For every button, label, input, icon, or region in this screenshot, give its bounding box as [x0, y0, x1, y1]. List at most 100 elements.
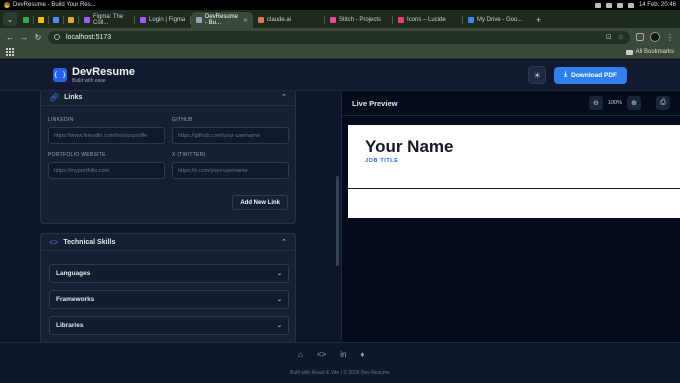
close-tab-icon[interactable]: ✕: [243, 17, 248, 24]
code-icon[interactable]: <>: [317, 350, 326, 359]
zoom-controls: ⊖ 100% ⊕ ⎙: [588, 96, 670, 110]
browser-menu-icon[interactable]: ⋮: [666, 33, 674, 42]
site-info-icon[interactable]: [54, 34, 60, 40]
bookmarks-bar: All Bookmarks: [0, 46, 680, 59]
preview-panel: Live Preview ⊖ 100% ⊕ ⎙ Your Name JOB TI…: [341, 91, 680, 342]
bookmark-star-icon[interactable]: ☆: [618, 33, 624, 41]
app-title: DevResume: [72, 66, 135, 78]
preview-title: Live Preview: [352, 98, 398, 108]
technical-skills-header[interactable]: <> Technical Skills ⌃: [41, 234, 295, 251]
browser-tab-strip: ⌄ Figma: The Coll... Login | Figma DevRe…: [0, 10, 680, 28]
figma-icon: [140, 17, 146, 23]
app-header: { } DevResume Build with ease ☀ ⤓ Downlo…: [0, 60, 680, 91]
links-section: 🔗︎ Links ⌃ LINKEDIN https://www.linkedin…: [40, 91, 296, 224]
editor-scrollbar-thumb[interactable]: [336, 176, 339, 266]
zoom-level: 100%: [607, 100, 622, 106]
forward-icon[interactable]: →: [20, 33, 28, 42]
tab-favicon-icon: [196, 17, 202, 23]
os-top-bar: DevResume - Build Your Res... 14 Feb, 20…: [0, 0, 680, 10]
tab-google-drive[interactable]: My Drive - Goo...: [463, 12, 531, 28]
resume-page: Your Name JOB TITLE: [348, 125, 680, 218]
link-icon: 🔗︎: [49, 92, 60, 102]
os-active-app[interactable]: DevResume - Build Your Res...: [0, 2, 96, 8]
tab-devresume[interactable]: DevResume - Bu... ✕: [191, 12, 253, 28]
extensions-icon[interactable]: [636, 33, 644, 41]
links-section-header[interactable]: 🔗︎ Links ⌃: [41, 91, 295, 106]
tab-favicon-icon: [23, 17, 29, 23]
twitter-label: X (TWITTER): [172, 152, 206, 158]
back-icon[interactable]: ←: [6, 33, 14, 42]
tab-favicon-icon: [38, 17, 44, 23]
tab-favicon-icon: [53, 17, 59, 23]
install-app-icon[interactable]: ⊡: [606, 33, 612, 41]
footer-copyright: Built with React & Vite | © 2026 Dev Res…: [290, 370, 390, 376]
zoom-out-icon[interactable]: ⊖: [588, 96, 603, 110]
tab-search-icon[interactable]: ⌄: [3, 12, 17, 26]
linkedin-input[interactable]: https://www.linkedin.com/in/yourprofile: [48, 127, 165, 144]
zoom-in-icon[interactable]: ⊕: [627, 96, 641, 110]
tab-pinned-1[interactable]: [19, 12, 34, 28]
resume-name: Your Name: [365, 137, 454, 156]
figma-icon: [84, 17, 90, 23]
print-icon[interactable]: ⎙: [656, 96, 670, 110]
tab-figma-login[interactable]: Login | Figma: [135, 12, 191, 28]
code-brackets-icon: { }: [53, 68, 67, 82]
download-pdf-button[interactable]: ⤓ Download PDF: [554, 66, 627, 84]
url-text: localhost:5173: [66, 33, 112, 41]
profile-avatar[interactable]: [650, 32, 660, 42]
chevron-down-icon: ⌄: [276, 323, 282, 329]
portfolio-input[interactable]: https://myportfolio.com: [48, 162, 165, 179]
os-tray: 14 Feb, 20:46: [594, 2, 680, 8]
volume-icon[interactable]: [605, 2, 612, 8]
drive-icon: [468, 17, 474, 23]
resume-job-title: JOB TITLE: [365, 158, 399, 164]
chevron-down-icon: ⌄: [276, 297, 282, 303]
lucide-icon: [398, 17, 404, 23]
chrome-icon: [4, 2, 10, 8]
tab-pinned-4[interactable]: [64, 12, 79, 28]
chevron-up-icon[interactable]: ⌃: [281, 238, 287, 246]
wifi-icon[interactable]: [616, 2, 623, 8]
brand: DevResume Build with ease: [72, 66, 135, 84]
claude-icon: [258, 17, 264, 23]
tab-claude[interactable]: claude.ai: [253, 12, 325, 28]
address-bar[interactable]: localhost:5173 ⊡ ☆: [48, 30, 630, 44]
github-input[interactable]: https://github.com/your-username: [172, 127, 289, 144]
github-icon[interactable]: ⌂: [298, 350, 303, 359]
code-icon: <>: [49, 237, 59, 247]
app-tagline: Build with ease: [72, 78, 106, 84]
notification-icon[interactable]: [594, 2, 601, 8]
tab-stitch[interactable]: Stitch - Projects: [325, 12, 393, 28]
editor-panel: 🔗︎ Links ⌃ LINKEDIN https://www.linkedin…: [0, 91, 341, 342]
os-app-title: DevResume - Build Your Res...: [13, 2, 96, 8]
chevron-up-icon[interactable]: ⌃: [281, 93, 287, 101]
skill-group-frameworks[interactable]: Frameworks ⌄: [49, 290, 289, 309]
skill-group-libraries[interactable]: Libraries ⌄: [49, 316, 289, 335]
skill-group-languages[interactable]: Languages ⌄: [49, 264, 289, 283]
linkedin-label: LINKEDIN: [48, 117, 74, 123]
preview-toolbar: Live Preview ⊖ 100% ⊕ ⎙: [342, 91, 680, 116]
add-new-link-button[interactable]: Add New Link: [232, 195, 288, 210]
portfolio-label: PORTFOLIO WEBSITE: [48, 152, 106, 158]
chevron-down-icon: ⌄: [276, 271, 282, 277]
os-clock[interactable]: 14 Feb, 20:46: [639, 2, 676, 8]
tab-pinned-3[interactable]: [49, 12, 64, 28]
folder-icon: [625, 49, 633, 55]
tab-pinned-2[interactable]: [34, 12, 49, 28]
tab-lucide[interactable]: Icons – Lucide: [393, 12, 463, 28]
tab-favicon-icon: [68, 17, 74, 23]
new-tab-button[interactable]: +: [531, 15, 546, 28]
reload-icon[interactable]: ↻: [34, 33, 42, 42]
app-footer: ⌂ <> in ♦ Built with React & Vite | © 20…: [0, 342, 680, 383]
linkedin-icon[interactable]: in: [340, 350, 346, 359]
all-bookmarks-button[interactable]: All Bookmarks: [625, 49, 674, 55]
twitter-icon[interactable]: ♦: [360, 350, 364, 359]
browser-toolbar: ← → ↻ localhost:5173 ⊡ ☆ ⋮: [0, 28, 680, 46]
battery-icon[interactable]: [627, 2, 634, 8]
tab-figma-community[interactable]: Figma: The Coll...: [79, 12, 135, 28]
apps-grid-icon[interactable]: [6, 48, 14, 56]
resume-divider: [348, 188, 680, 189]
github-label: GITHUB: [172, 117, 193, 123]
twitter-input[interactable]: https://x.com/your-username: [172, 162, 289, 179]
theme-toggle-button[interactable]: ☀: [528, 66, 547, 84]
